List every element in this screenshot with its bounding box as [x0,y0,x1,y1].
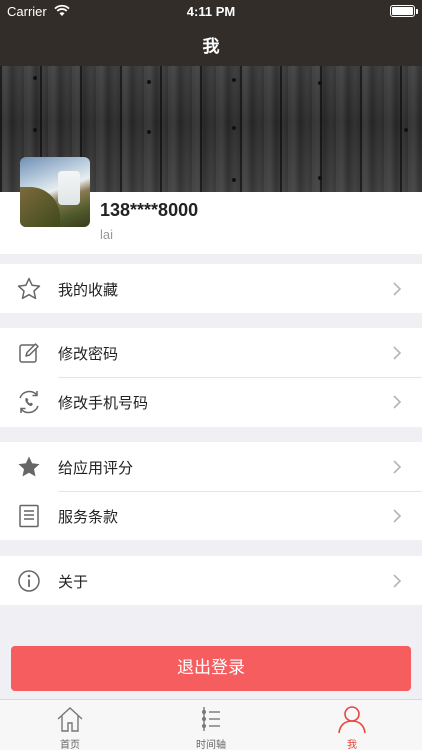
menu-label: 服务条款 [58,508,119,526]
tab-home[interactable]: 首页 [0,700,140,750]
menu-item-terms[interactable]: 服务条款 [0,491,422,540]
menu-item-about[interactable]: 关于 [0,556,422,605]
menu-item-change-phone[interactable]: 修改手机号码 [0,377,422,426]
menu-label: 修改密码 [58,345,119,363]
tab-bar: 首页 时间轴 我 [0,699,422,750]
chevron-right-icon [393,509,402,523]
menu-group-app: 给应用评分 服务条款 [0,442,422,540]
status-bar: Carrier 4:11 PM [0,0,422,22]
edit-icon [19,343,39,363]
phone-refresh-icon [19,390,39,414]
chevron-right-icon [393,460,402,474]
timeline-icon [202,707,220,731]
clock: 4:11 PM [186,4,236,19]
info-icon [18,570,40,592]
menu-item-rate-app[interactable]: 给应用评分 [0,442,422,491]
home-icon [57,707,83,732]
top-bar: Carrier 4:11 PM 我 [0,0,422,66]
user-nickname: lai [100,227,114,242]
tab-me[interactable]: 我 [282,700,422,750]
battery-icon [390,5,418,17]
tab-label: 时间轴 [196,740,226,750]
star-outline-icon [17,277,41,300]
menu-label: 关于 [58,573,89,591]
star-filled-icon [18,456,40,477]
document-icon [19,504,39,528]
user-phone: 138****8000 [100,200,199,220]
menu-label: 我的收藏 [58,281,119,299]
menu-item-favorites[interactable]: 我的收藏 [0,264,422,313]
menu-group-about: 关于 [0,556,422,605]
menu-group-favorites: 我的收藏 [0,264,422,313]
person-icon [338,706,366,734]
tab-label: 首页 [60,740,80,750]
menu-group-account: 修改密码 修改手机号码 [0,328,422,427]
chevron-right-icon [393,282,402,296]
chevron-right-icon [393,574,402,588]
chevron-right-icon [393,346,402,360]
menu-label: 给应用评分 [58,459,134,477]
menu-label: 修改手机号码 [58,394,149,412]
avatar[interactable] [20,157,90,227]
logout-button[interactable]: 退出登录 [11,646,411,691]
tab-label: 我 [347,740,357,750]
menu-item-change-password[interactable]: 修改密码 [0,328,422,377]
chevron-right-icon [393,395,402,409]
tab-timeline[interactable]: 时间轴 [141,700,281,750]
page-title: 我 [202,37,220,57]
